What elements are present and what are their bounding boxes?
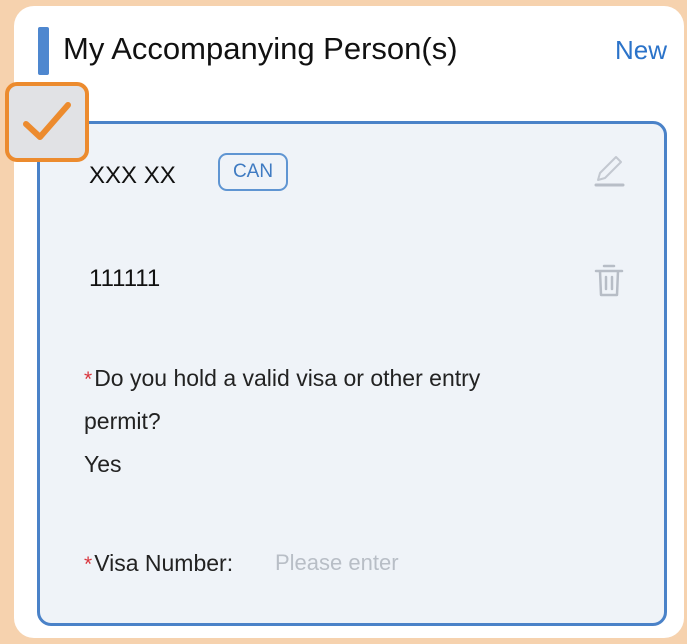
visa-number-label-text: Visa Number:: [94, 550, 234, 576]
person-name: XXX XX: [89, 162, 176, 189]
country-badge: CAN: [218, 153, 288, 191]
checkmark-icon: [23, 102, 71, 140]
visa-question: *Do you hold a valid visa or other entry: [84, 365, 481, 391]
pencil-icon[interactable]: [588, 151, 628, 191]
visa-answer: Yes: [84, 451, 122, 477]
pencil-icon-graphic: [594, 156, 625, 187]
required-marker: *: [84, 368, 93, 391]
person-id-number: 111111: [89, 265, 161, 292]
visa-number-label: *Visa Number:: [84, 550, 234, 576]
visa-question-text: Do you hold a valid visa or other entry: [94, 365, 481, 391]
required-marker: *: [84, 553, 93, 576]
new-button[interactable]: New: [615, 37, 667, 63]
header-accent-bar: [38, 27, 49, 75]
select-person-checkbox[interactable]: [5, 82, 89, 162]
trash-icon[interactable]: [592, 261, 626, 299]
section-title: My Accompanying Person(s): [63, 31, 458, 66]
visa-question-continued: permit?: [84, 408, 161, 434]
trash-icon-graphic: [594, 264, 624, 297]
visa-number-input[interactable]: [275, 546, 615, 580]
